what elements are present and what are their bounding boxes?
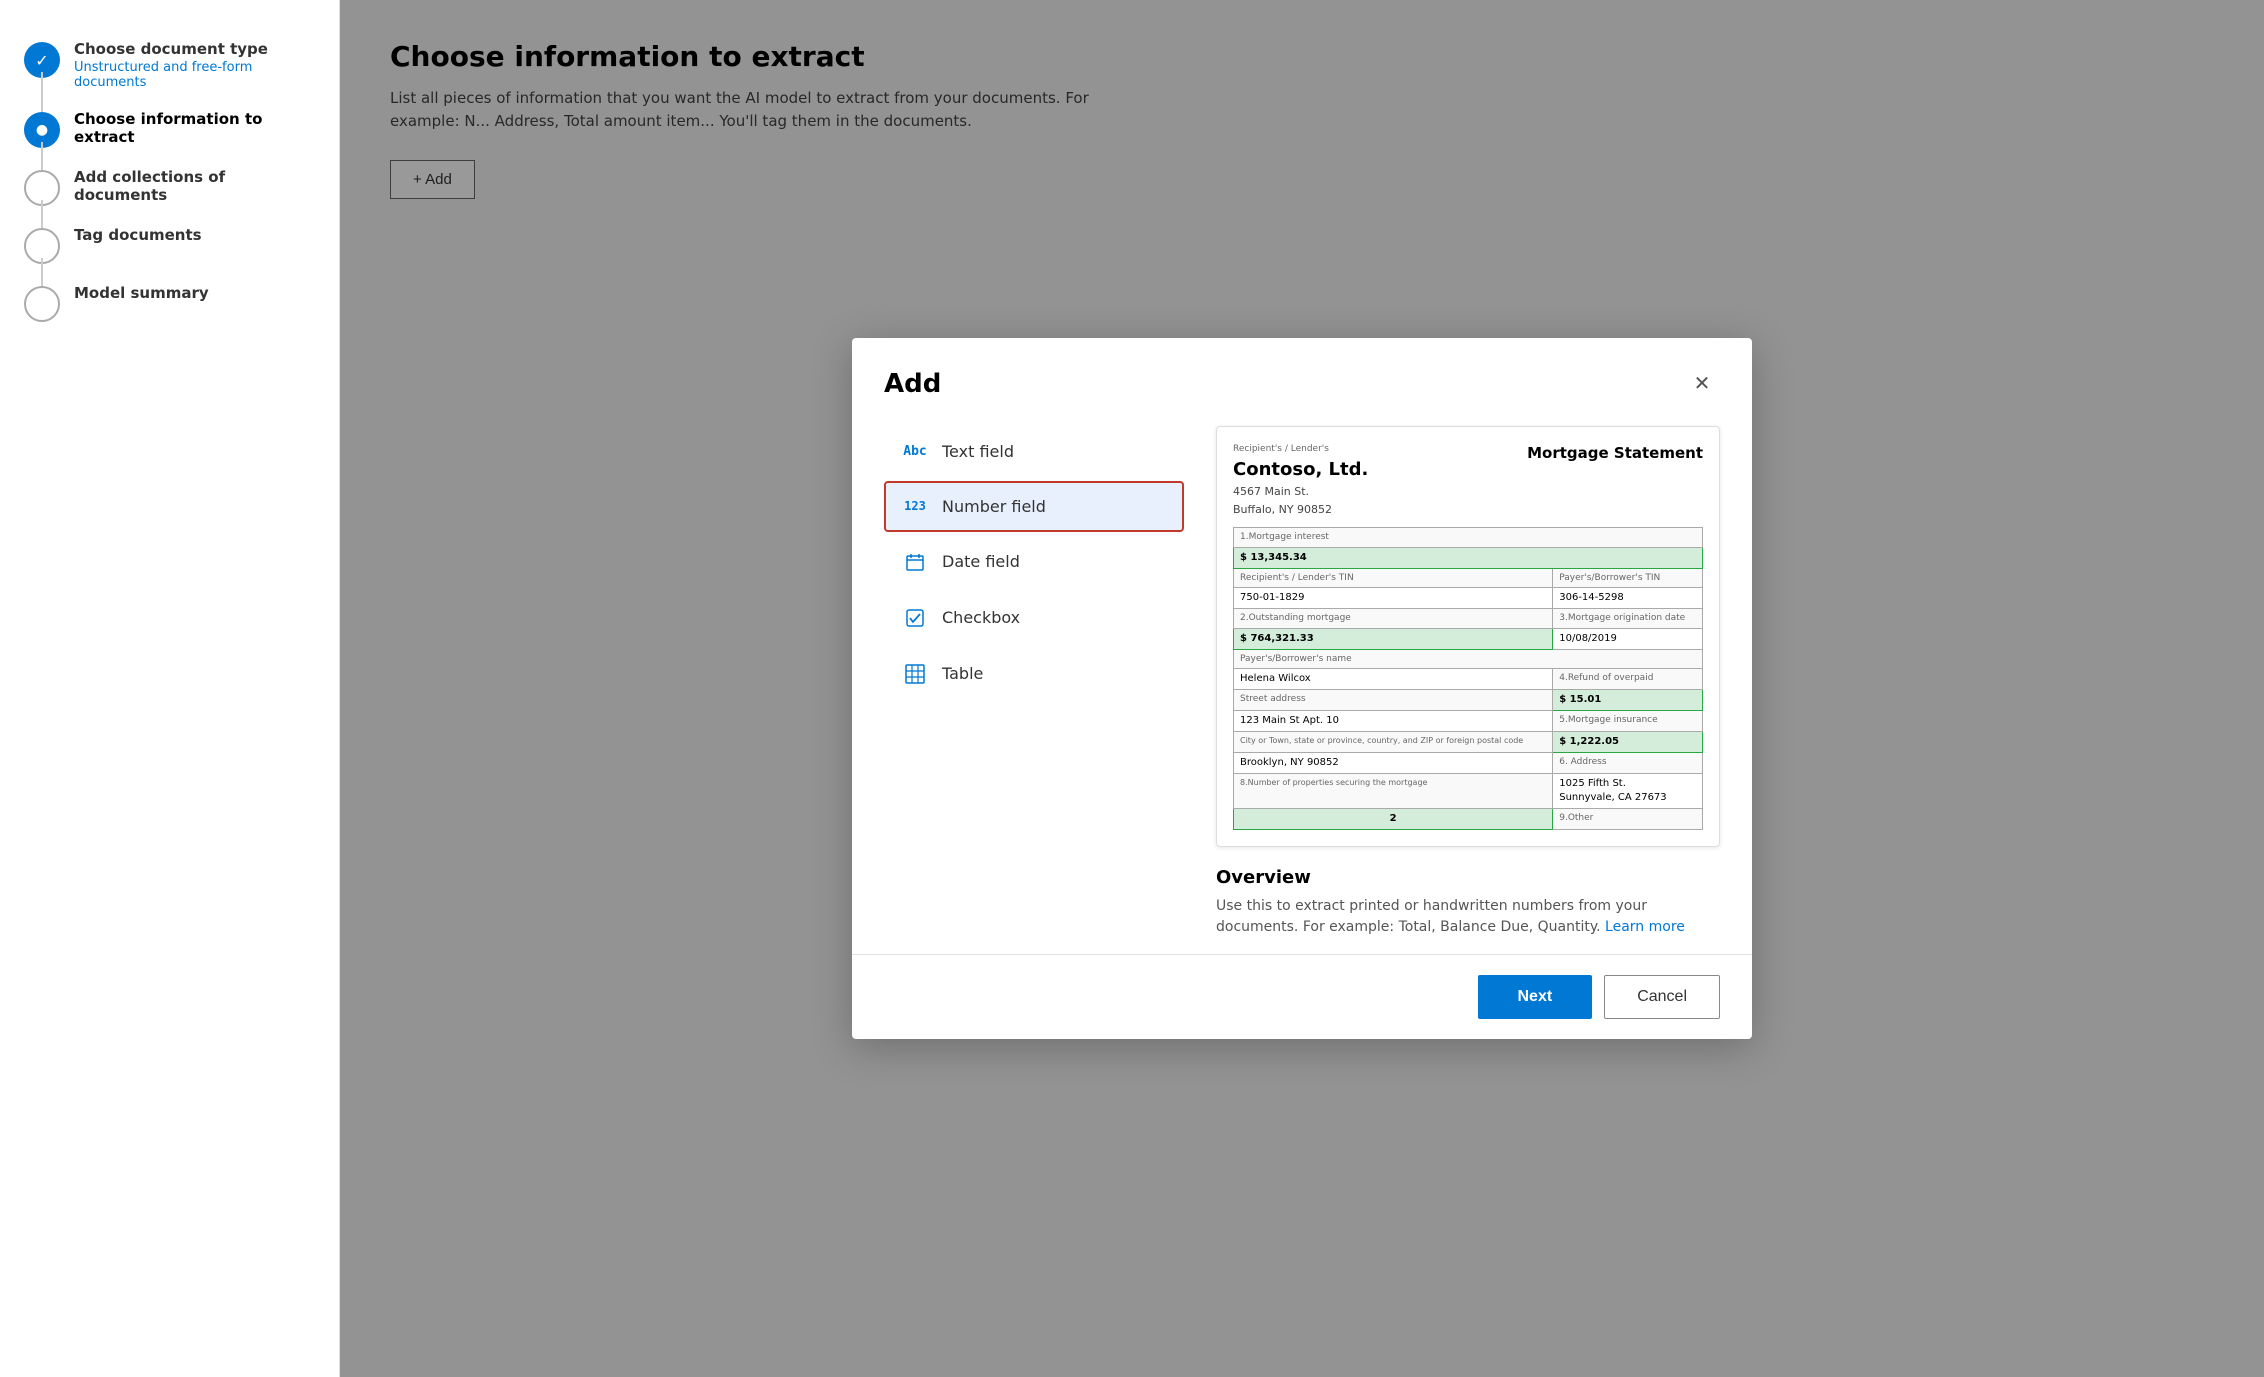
insurance-value: $ 1,222.05 bbox=[1553, 732, 1703, 753]
field-item-checkbox[interactable]: Checkbox bbox=[884, 592, 1184, 644]
step-content-3: Add collections of documents bbox=[74, 168, 315, 204]
next-button[interactable]: Next bbox=[1478, 975, 1593, 1019]
step-title-2: Choose information to extract bbox=[74, 110, 315, 146]
field-label-checkbox: Checkbox bbox=[942, 608, 1020, 627]
refund-label: 4.Refund of overpaid bbox=[1553, 669, 1703, 690]
modal-footer: Next Cancel bbox=[852, 954, 1752, 1039]
modal-close-button[interactable]: ✕ bbox=[1684, 366, 1720, 402]
sidebar-item-model-summary: Model summary bbox=[24, 274, 315, 332]
modal: Add ✕ Abc Text field bbox=[852, 338, 1752, 1040]
step-content-4: Tag documents bbox=[74, 226, 202, 244]
step-content-5: Model summary bbox=[74, 284, 209, 302]
modal-overlay: Add ✕ Abc Text field bbox=[340, 0, 2264, 1377]
step-subtitle-1: Unstructured and free-form documents bbox=[74, 60, 315, 90]
field-item-date[interactable]: Date field bbox=[884, 536, 1184, 588]
field-preview: Recipient's / Lender's Contoso, Ltd. 456… bbox=[1216, 418, 1720, 939]
field-item-table[interactable]: Table bbox=[884, 648, 1184, 700]
origination-label: 3.Mortgage origination date bbox=[1553, 609, 1703, 629]
step-content-1: Choose document type Unstructured and fr… bbox=[74, 40, 315, 90]
insurance-label: 5.Mortgage insurance bbox=[1553, 711, 1703, 732]
origination-value: 10/08/2019 bbox=[1553, 628, 1703, 649]
borrower-name-value: Helena Wilcox bbox=[1234, 669, 1553, 690]
step-title-3: Add collections of documents bbox=[74, 168, 315, 204]
step-icon-4 bbox=[24, 228, 60, 264]
overview-title: Overview bbox=[1216, 867, 1720, 888]
abc-icon: Abc bbox=[902, 444, 928, 459]
field-label-number: Number field bbox=[942, 497, 1046, 516]
step-icon-3 bbox=[24, 170, 60, 206]
doc-header-left: Recipient's / Lender's Contoso, Ltd. 456… bbox=[1233, 443, 1368, 518]
borrower-name-label: Payer's/Borrower's name bbox=[1234, 649, 1703, 669]
modal-title: Add bbox=[884, 369, 941, 399]
step-title-1: Choose document type bbox=[74, 40, 315, 58]
other-label: 9.Other bbox=[1553, 809, 1703, 830]
borrower-tin-label: Payer's/Borrower's TIN bbox=[1553, 568, 1703, 588]
street-value: 123 Main St Apt. 10 bbox=[1234, 711, 1553, 732]
step-icon-1: ✓ bbox=[24, 42, 60, 78]
street-label: Street address bbox=[1234, 690, 1553, 711]
field-label-table: Table bbox=[942, 664, 983, 683]
step-content-2: Choose information to extract bbox=[74, 110, 315, 146]
date-icon bbox=[902, 552, 928, 572]
doc-header: Recipient's / Lender's Contoso, Ltd. 456… bbox=[1233, 443, 1703, 518]
borrower-tin-value: 306-14-5298 bbox=[1553, 588, 1703, 609]
address1: 4567 Main St. bbox=[1233, 484, 1368, 499]
step-title-5: Model summary bbox=[74, 284, 209, 302]
main-content: Choose information to extract List all p… bbox=[340, 0, 2264, 1377]
field-list: Abc Text field 123 Number field bbox=[884, 418, 1184, 939]
sidebar-item-tag-docs: Tag documents bbox=[24, 216, 315, 274]
sidebar-item-add-collections: Add collections of documents bbox=[24, 158, 315, 216]
modal-header: Add ✕ bbox=[852, 338, 1752, 418]
doc-title: Mortgage Statement bbox=[1527, 443, 1703, 518]
tin-label: Recipient's / Lender's TIN bbox=[1234, 568, 1553, 588]
preview-document: Recipient's / Lender's Contoso, Ltd. 456… bbox=[1216, 426, 1720, 848]
sidebar-item-choose-doc[interactable]: ✓ Choose document type Unstructured and … bbox=[24, 30, 315, 100]
doc-table: 1.Mortgage interest $ 13,345.34 Recipien… bbox=[1233, 527, 1703, 830]
close-icon: ✕ bbox=[1694, 371, 1711, 396]
overview-description: Use this to extract printed or handwritt… bbox=[1216, 896, 1720, 938]
city-label: City or Town, state or province, country… bbox=[1234, 732, 1553, 753]
company-name: Contoso, Ltd. bbox=[1233, 457, 1368, 482]
step-title-4: Tag documents bbox=[74, 226, 202, 244]
refund-value: $ 15.01 bbox=[1553, 690, 1703, 711]
recipient-label: Recipient's / Lender's bbox=[1233, 443, 1368, 456]
outstanding-value: $ 764,321.33 bbox=[1234, 628, 1553, 649]
mortgage-interest-label: 1.Mortgage interest bbox=[1234, 528, 1703, 548]
step-icon-5 bbox=[24, 286, 60, 322]
city-value: Brooklyn, NY 90852 bbox=[1234, 753, 1553, 774]
field-item-number[interactable]: 123 Number field bbox=[884, 481, 1184, 532]
address6-label: 6. Address bbox=[1553, 753, 1703, 774]
address6-value: 1025 Fifth St.Sunnyvale, CA 27673 bbox=[1553, 774, 1703, 809]
mortgage-interest-value: $ 13,345.34 bbox=[1234, 547, 1703, 568]
learn-more-link[interactable]: Learn more bbox=[1605, 919, 1685, 935]
field-label-date: Date field bbox=[942, 552, 1020, 571]
tin-value: 750-01-1829 bbox=[1234, 588, 1553, 609]
properties-label: 8.Number of properties securing the mort… bbox=[1234, 774, 1553, 809]
outstanding-label: 2.Outstanding mortgage bbox=[1234, 609, 1553, 629]
properties-value: 2 bbox=[1234, 809, 1553, 830]
overview-section: Overview Use this to extract printed or … bbox=[1216, 863, 1720, 938]
field-label-text: Text field bbox=[942, 442, 1014, 461]
field-item-text[interactable]: Abc Text field bbox=[884, 426, 1184, 477]
sidebar-item-choose-info[interactable]: ● Choose information to extract bbox=[24, 100, 315, 158]
modal-body: Abc Text field 123 Number field bbox=[852, 418, 1752, 939]
sidebar: ✓ Choose document type Unstructured and … bbox=[0, 0, 340, 1377]
address2: Buffalo, NY 90852 bbox=[1233, 502, 1368, 517]
number-icon: 123 bbox=[902, 499, 928, 513]
checkbox-icon bbox=[902, 608, 928, 628]
step-icon-2: ● bbox=[24, 112, 60, 148]
cancel-button[interactable]: Cancel bbox=[1604, 975, 1720, 1019]
table-icon bbox=[902, 664, 928, 684]
